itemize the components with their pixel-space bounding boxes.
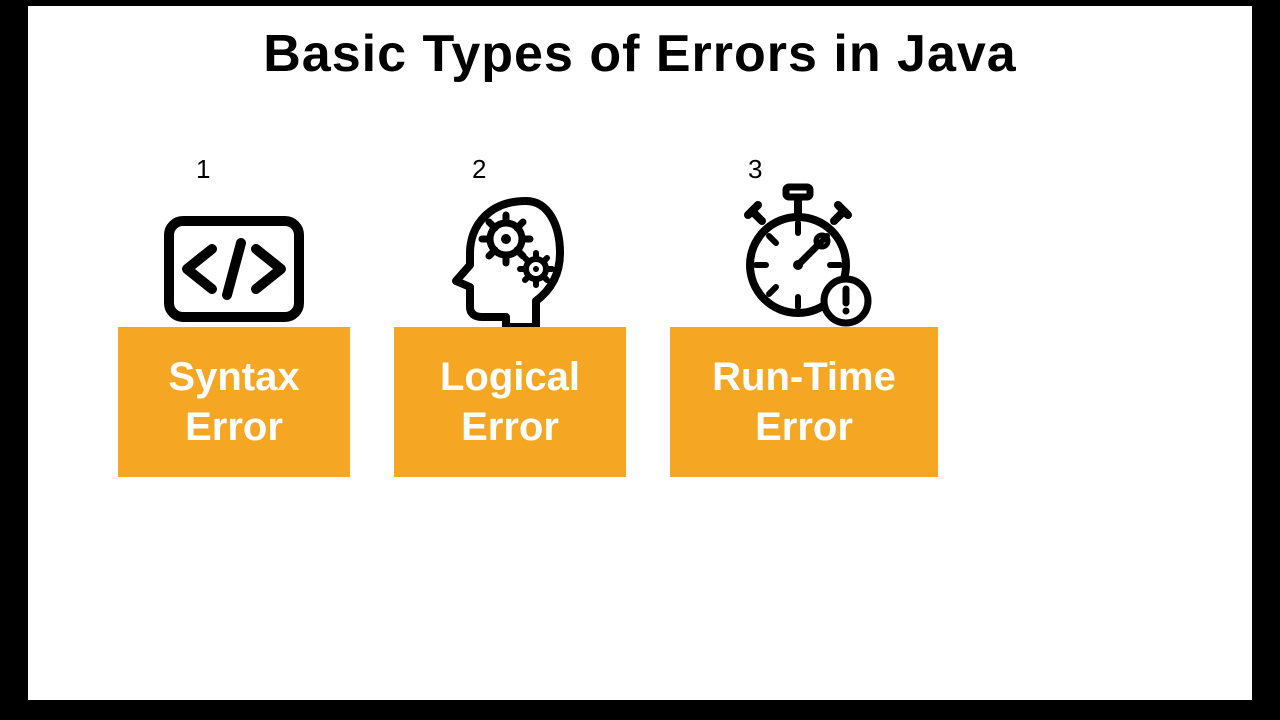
stopwatch-alert-icon bbox=[724, 189, 884, 329]
card-number: 1 bbox=[196, 154, 210, 185]
card-row: 1 Syntax Error 2 bbox=[118, 154, 1252, 477]
head-gears-icon bbox=[440, 189, 580, 329]
card-label: Run-Time Error bbox=[670, 327, 938, 477]
card-number: 2 bbox=[472, 154, 486, 185]
card-syntax: 1 Syntax Error bbox=[118, 154, 350, 477]
card-label: Syntax Error bbox=[118, 327, 350, 477]
page-title: Basic Types of Errors in Java bbox=[28, 6, 1252, 84]
card-label: Logical Error bbox=[394, 327, 626, 477]
card-logical: 2 bbox=[394, 154, 626, 477]
card-runtime: 3 bbox=[670, 154, 938, 477]
code-tag-icon bbox=[159, 189, 309, 329]
slide-frame: Basic Types of Errors in Java 1 Syntax E… bbox=[28, 6, 1252, 700]
